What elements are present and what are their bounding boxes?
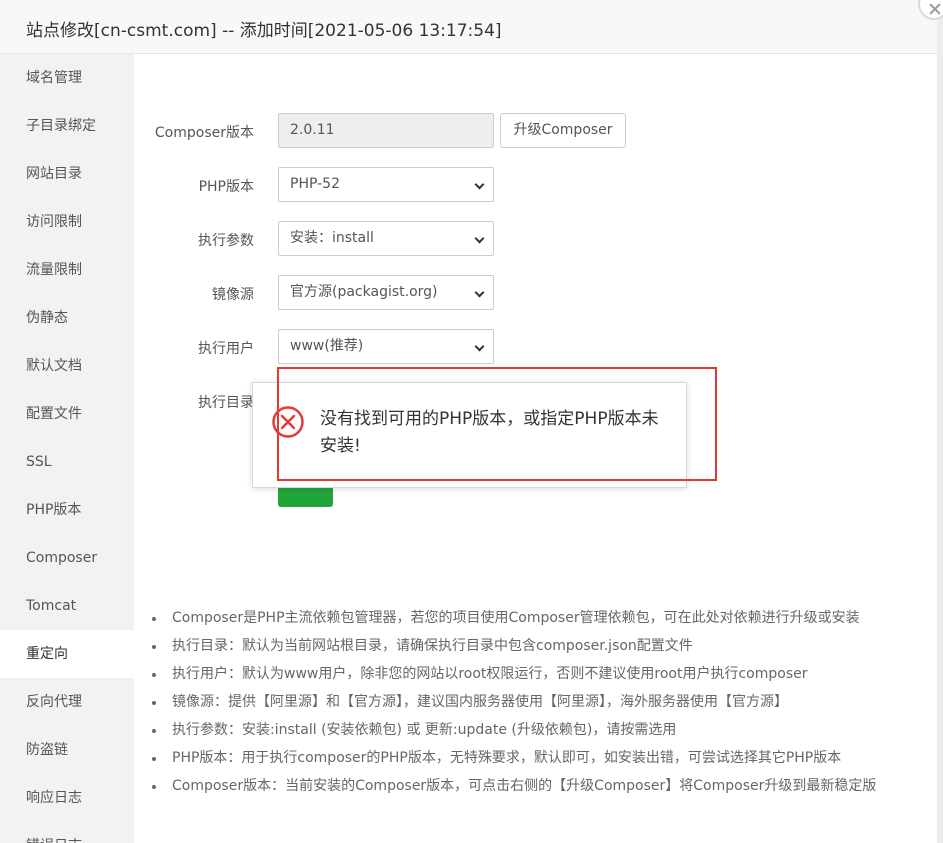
composer-version-field: 2.0.11: [278, 113, 494, 148]
tip-item: PHP版本：用于执行composer的PHP版本，无特殊要求，默认即可，如安装出…: [150, 745, 920, 773]
exec-params-label: 执行参数: [198, 233, 254, 249]
exec-user-select[interactable]: www(推荐): [278, 329, 494, 364]
tip-item: 执行用户：默认为www用户，除非您的网站以root权限运行，否则不建议使用roo…: [150, 661, 920, 689]
sidebar-item-domain[interactable]: 域名管理: [0, 54, 134, 102]
mirror-value: 官方源(packagist.org): [290, 284, 438, 300]
exec-user-value: www(推荐): [290, 338, 364, 354]
sidebar-item-subdir[interactable]: 子目录绑定: [0, 102, 134, 150]
sidebar-item-tomcat[interactable]: Tomcat: [0, 582, 134, 630]
mirror-label: 镜像源: [212, 287, 254, 303]
dialog-right-edge: [937, 0, 943, 843]
php-version-label: PHP版本: [198, 179, 254, 195]
composer-version-label: Composer版本: [154, 125, 254, 141]
sidebar-item-rewrite[interactable]: 伪静态: [0, 294, 134, 342]
sidebar-item-hotlink[interactable]: 防盗链: [0, 726, 134, 774]
chevron-down-icon: [474, 341, 485, 352]
tip-item: Composer版本：当前安装的Composer版本，可点击右侧的【升级Comp…: [150, 773, 920, 801]
php-version-value: PHP-52: [290, 176, 340, 192]
tip-item: 执行目录：默认为当前网站根目录，请确保执行目录中包含composer.json配…: [150, 633, 920, 661]
dialog-title-bar: 站点修改[cn-csmt.com] -- 添加时间[2021-05-06 13:…: [0, 0, 937, 54]
sidebar-item-access-log[interactable]: 响应日志: [0, 774, 134, 822]
exec-params-value: 安装：install: [290, 230, 374, 246]
chevron-down-icon: [474, 287, 485, 298]
upgrade-composer-button[interactable]: 升级Composer: [500, 113, 626, 148]
sidebar-item-error-log[interactable]: 错误日志: [0, 822, 134, 843]
sidebar-item-site-dir[interactable]: 网站目录: [0, 150, 134, 198]
chevron-down-icon: [474, 233, 485, 244]
sidebar-item-access-limit[interactable]: 访问限制: [0, 198, 134, 246]
exec-user-label: 执行用户: [198, 341, 254, 357]
exec-params-select[interactable]: 安装：install: [278, 221, 494, 256]
composer-version-value: 2.0.11: [290, 122, 335, 138]
sidebar-item-redirect[interactable]: 重定向: [0, 630, 134, 678]
tip-item: Composer是PHP主流依赖包管理器，若您的项目使用Composer管理依赖…: [150, 605, 920, 633]
mirror-select[interactable]: 官方源(packagist.org): [278, 275, 494, 310]
sidebar-item-config-file[interactable]: 配置文件: [0, 390, 134, 438]
tip-item: 镜像源：提供【阿里源】和【官方源】，建议国内服务器使用【阿里源】，海外服务器使用…: [150, 689, 920, 717]
sidebar-item-traffic-limit[interactable]: 流量限制: [0, 246, 134, 294]
highlight-frame: [277, 367, 717, 481]
site-edit-dialog: 站点修改[cn-csmt.com] -- 添加时间[2021-05-06 13:…: [0, 0, 943, 843]
php-version-select[interactable]: PHP-52: [278, 167, 494, 202]
sidebar-item-ssl[interactable]: SSL: [0, 438, 134, 486]
sidebar-item-default-doc[interactable]: 默认文档: [0, 342, 134, 390]
sidebar: 域名管理 子目录绑定 网站目录 访问限制 流量限制 伪静态 默认文档 配置文件 …: [0, 54, 134, 843]
tip-item: 执行参数：安装:install (安装依赖包) 或 更新:update (升级依…: [150, 717, 920, 745]
chevron-down-icon: [474, 179, 485, 190]
sidebar-item-composer[interactable]: Composer: [0, 534, 134, 582]
exec-dir-label: 执行目录: [198, 395, 254, 411]
sidebar-item-php-version[interactable]: PHP版本: [0, 486, 134, 534]
sidebar-item-reverse-proxy[interactable]: 反向代理: [0, 678, 134, 726]
help-tips: Composer是PHP主流依赖包管理器，若您的项目使用Composer管理依赖…: [150, 605, 920, 801]
dialog-title: 站点修改[cn-csmt.com] -- 添加时间[2021-05-06 13:…: [26, 21, 502, 41]
